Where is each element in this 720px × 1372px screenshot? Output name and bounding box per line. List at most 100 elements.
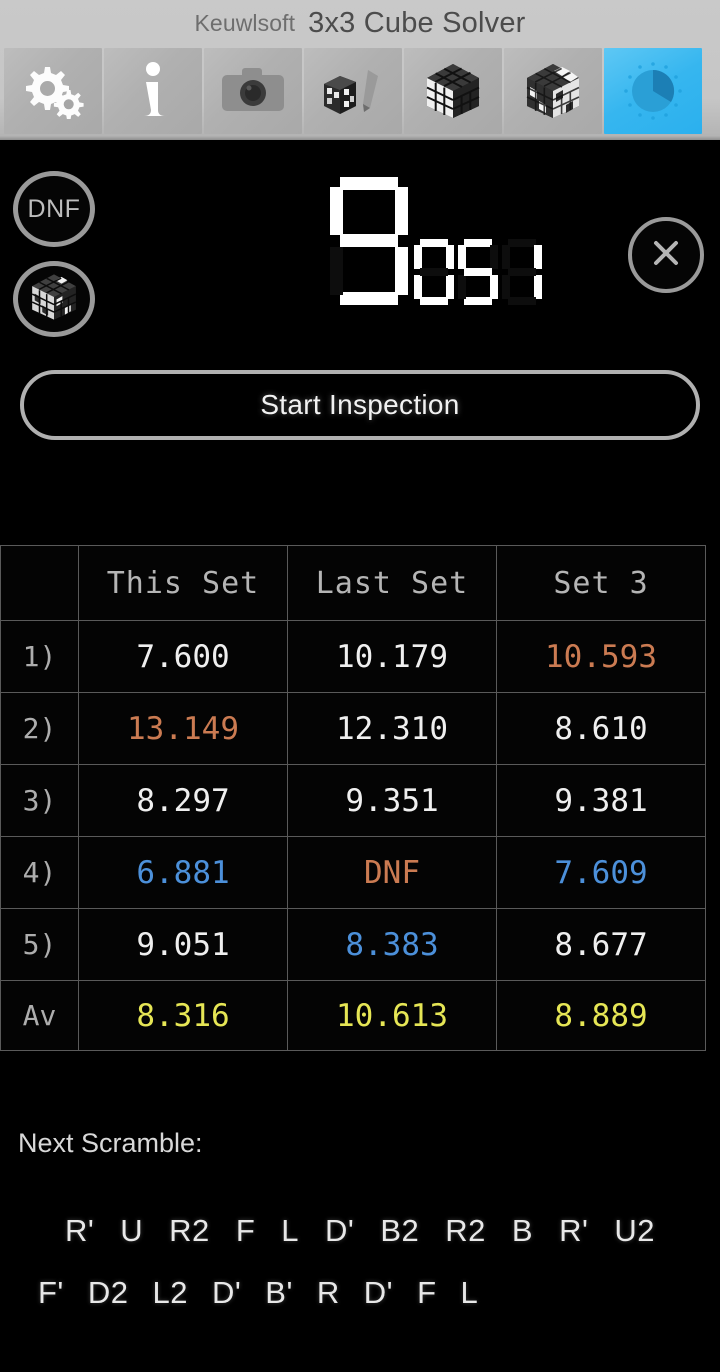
seven-segment-digit [502, 239, 542, 305]
column-header-last-set: Last Set [287, 545, 497, 621]
segment-e [458, 275, 466, 299]
segment-a [508, 239, 536, 247]
timer-display[interactable] [330, 165, 620, 305]
segment-d [340, 292, 398, 305]
segment-c [446, 275, 454, 299]
segment-e [502, 275, 510, 299]
scramble-move: B' [265, 1275, 293, 1310]
segment-g [508, 268, 536, 276]
brand-label: Keuwlsoft [194, 10, 296, 36]
segment-e [414, 275, 422, 299]
close-icon [648, 235, 684, 276]
segment-f [502, 245, 510, 269]
scramble-move: R' [559, 1213, 589, 1248]
segment-e [330, 247, 343, 295]
table-row[interactable]: 1) 7.600 10.179 10.593 [0, 620, 706, 693]
scramble-move: D' [363, 1275, 394, 1310]
time-cell[interactable]: 8.610 [496, 692, 706, 765]
dnf-button[interactable]: DNF [13, 171, 95, 247]
segment-f [330, 187, 343, 235]
time-cell[interactable]: 8.383 [287, 908, 497, 981]
segment-b [534, 245, 542, 269]
table-row[interactable]: 4) 6.881 DNF 7.609 [0, 836, 706, 909]
scramble-move: F' [38, 1275, 64, 1310]
start-inspection-button[interactable]: Start Inspection [20, 370, 700, 440]
timer-screen: DNF Start Inspection This Set Last Set S… [0, 140, 720, 1372]
segment-g [464, 268, 492, 276]
scramble-line-2: F' D2 L2 D' B' R D' F L [0, 1262, 720, 1324]
scramble-move: F [417, 1275, 437, 1310]
table-row[interactable]: 3) 8.297 9.351 9.381 [0, 764, 706, 837]
average-row: Av 8.316 10.613 8.889 [0, 980, 706, 1051]
average-cell: 10.613 [287, 980, 497, 1051]
row-label: 3) [0, 764, 79, 837]
scramble-move: D2 [87, 1275, 129, 1310]
cube-view-button[interactable] [13, 261, 95, 337]
segment-d [420, 297, 448, 305]
scramble-move: B [511, 1213, 534, 1248]
average-cell: 8.316 [78, 980, 288, 1051]
time-cell[interactable]: 13.149 [78, 692, 288, 765]
scramble-move: B2 [380, 1213, 420, 1248]
segment-f [414, 245, 422, 269]
row-label: 2) [0, 692, 79, 765]
scramble-move: L2 [152, 1275, 188, 1310]
segment-d [464, 297, 492, 305]
table-row[interactable]: 5) 9.051 8.383 8.677 [0, 908, 706, 981]
scramble-move: F [235, 1213, 256, 1248]
page-title: 3x3 Cube Solver [308, 7, 526, 39]
cube-scrambled-icon [521, 60, 585, 122]
scramble-move: U2 [614, 1213, 656, 1248]
scramble-move: R' [64, 1213, 95, 1248]
tab-settings[interactable] [4, 48, 102, 134]
time-cell[interactable]: 7.600 [78, 620, 288, 693]
toolbar [0, 48, 720, 140]
segment-g [420, 268, 448, 276]
segment-g [340, 234, 398, 247]
segment-b [490, 245, 498, 269]
gears-icon [22, 63, 84, 119]
time-cell[interactable]: 8.677 [496, 908, 706, 981]
table-header-row: This Set Last Set Set 3 [0, 545, 706, 621]
tab-scramble-cube[interactable] [504, 48, 602, 134]
time-cell[interactable]: 8.297 [78, 764, 288, 837]
segment-b [395, 187, 408, 235]
scramble-move: R2 [169, 1213, 210, 1248]
seven-segment-digit [458, 239, 498, 305]
tab-camera[interactable] [204, 48, 302, 134]
time-cell[interactable]: 10.179 [287, 620, 497, 693]
time-cell[interactable]: 12.310 [287, 692, 497, 765]
tab-solve-cube[interactable] [404, 48, 502, 134]
time-cell[interactable]: 10.593 [496, 620, 706, 693]
tab-edit-cube[interactable] [304, 48, 402, 134]
title-row: Keuwlsoft 3x3 Cube Solver [0, 0, 720, 47]
cube-solved-icon [421, 60, 485, 122]
scramble-label: Next Scramble: [18, 1128, 203, 1158]
scramble-move: L [460, 1275, 479, 1310]
segment-c [395, 247, 408, 295]
scramble-move: R2 [445, 1213, 486, 1248]
camera-icon [220, 65, 286, 117]
stopwatch-icon [620, 58, 686, 124]
time-cell[interactable]: 9.381 [496, 764, 706, 837]
clear-time-button[interactable] [628, 217, 704, 293]
dnf-label: DNF [27, 194, 81, 223]
tab-timer[interactable] [604, 48, 702, 134]
table-row[interactable]: 2) 13.149 12.310 8.610 [0, 692, 706, 765]
time-cell[interactable]: 6.881 [78, 836, 288, 909]
segment-a [340, 177, 398, 190]
scramble-move: D' [325, 1213, 355, 1248]
tab-info[interactable] [104, 48, 202, 134]
scramble-move: R [316, 1275, 340, 1310]
average-cell: 8.889 [496, 980, 706, 1051]
results-body: 1) 7.600 10.179 10.593 2) 13.149 12.310 … [0, 620, 706, 1051]
scramble-move: U [120, 1213, 144, 1248]
time-cell[interactable]: 9.051 [78, 908, 288, 981]
column-header-set-3: Set 3 [496, 545, 706, 621]
row-label: 5) [0, 908, 79, 981]
seven-segment-digit [414, 239, 454, 305]
scramble-move: D' [211, 1275, 242, 1310]
time-cell[interactable]: 7.609 [496, 836, 706, 909]
time-cell[interactable]: 9.351 [287, 764, 497, 837]
time-cell[interactable]: DNF [287, 836, 497, 909]
